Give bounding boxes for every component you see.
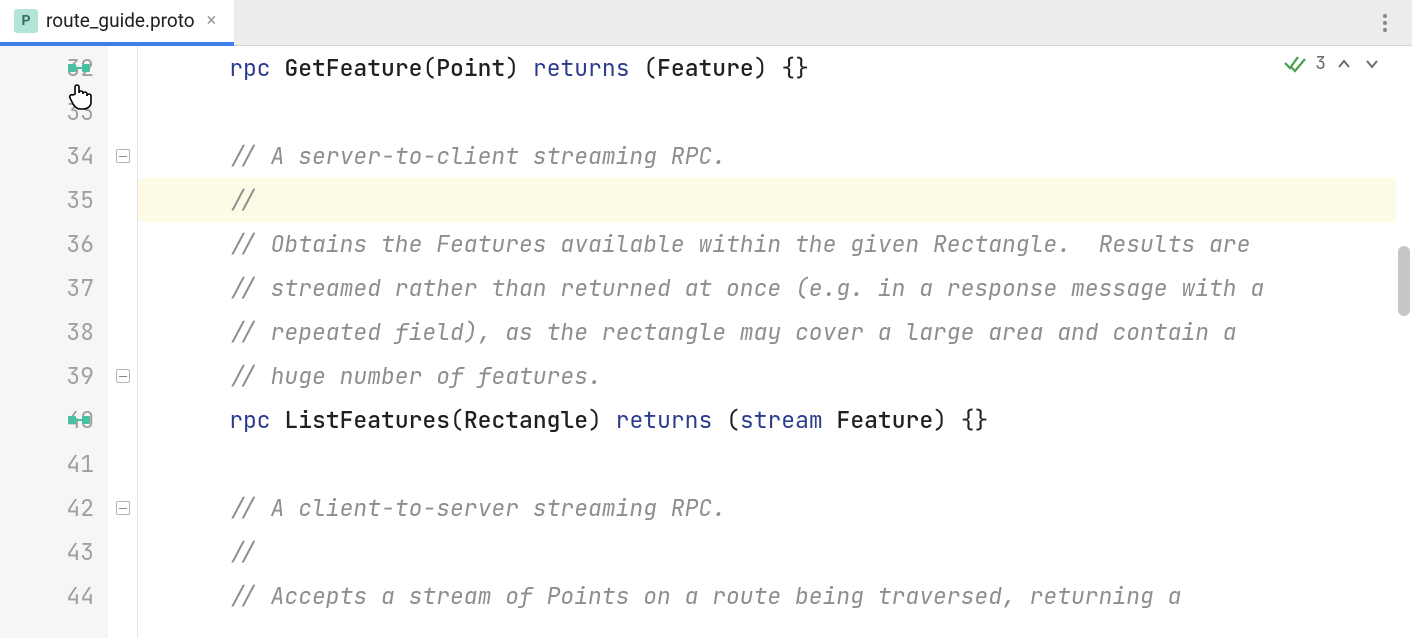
- fold-gutter: [108, 46, 138, 638]
- inspection-checks-icon[interactable]: [1283, 55, 1307, 73]
- fold-cell[interactable]: [108, 134, 137, 178]
- line-number[interactable]: 34: [0, 134, 108, 178]
- editor: 32333435363738394041424344 3 rpc GetFeat…: [0, 46, 1412, 638]
- next-highlight-icon[interactable]: [1362, 54, 1382, 74]
- code-line[interactable]: // A client-to-server streaming RPC.: [138, 486, 1396, 530]
- proto-file-icon: P: [14, 9, 38, 33]
- close-icon[interactable]: ×: [203, 8, 221, 33]
- fold-collapse-icon[interactable]: [116, 501, 130, 515]
- hand-cursor-icon: [68, 82, 94, 119]
- line-number[interactable]: 39: [0, 354, 108, 398]
- line-number[interactable]: 37: [0, 266, 108, 310]
- inspection-widget: 3: [1283, 52, 1382, 75]
- code-line[interactable]: //: [138, 530, 1396, 574]
- code-line[interactable]: // Obtains the Features available within…: [138, 222, 1396, 266]
- code-area[interactable]: 3 rpc GetFeature(Point) returns (Feature…: [138, 46, 1396, 638]
- line-number[interactable]: 40: [0, 398, 108, 442]
- fold-cell: [108, 530, 137, 574]
- code-line[interactable]: [138, 442, 1396, 486]
- rpc-method-icon[interactable]: [68, 412, 90, 428]
- line-number[interactable]: 32: [0, 46, 108, 90]
- fold-cell: [108, 90, 137, 134]
- scrollbar[interactable]: [1396, 46, 1412, 638]
- line-number[interactable]: 43: [0, 530, 108, 574]
- fold-collapse-icon[interactable]: [116, 149, 130, 163]
- line-number[interactable]: 35: [0, 178, 108, 222]
- fold-cell: [108, 310, 137, 354]
- fold-cell: [108, 178, 137, 222]
- fold-cell[interactable]: [108, 486, 137, 530]
- line-number[interactable]: 36: [0, 222, 108, 266]
- code-line[interactable]: //: [138, 178, 1396, 222]
- editor-tab[interactable]: P route_guide.proto ×: [0, 0, 234, 46]
- line-number[interactable]: 41: [0, 442, 108, 486]
- code-line[interactable]: rpc GetFeature(Point) returns (Feature) …: [138, 46, 1396, 90]
- rpc-method-icon[interactable]: [68, 60, 90, 76]
- code-line[interactable]: // huge number of features.: [138, 354, 1396, 398]
- code-line[interactable]: rpc ListFeatures(Rectangle) returns (str…: [138, 398, 1396, 442]
- fold-collapse-icon[interactable]: [116, 369, 130, 383]
- fold-cell: [108, 442, 137, 486]
- fold-cell: [108, 398, 137, 442]
- code-line[interactable]: // Accepts a stream of Points on a route…: [138, 574, 1396, 618]
- prev-highlight-icon[interactable]: [1334, 54, 1354, 74]
- line-number-gutter: 32333435363738394041424344: [0, 46, 108, 638]
- code-line[interactable]: [138, 90, 1396, 134]
- line-number[interactable]: 44: [0, 574, 108, 618]
- inspection-count: 3: [1315, 52, 1326, 75]
- line-number[interactable]: 42: [0, 486, 108, 530]
- tab-bar: P route_guide.proto ×: [0, 0, 1412, 46]
- scrollbar-thumb[interactable]: [1398, 246, 1410, 316]
- fold-cell: [108, 266, 137, 310]
- more-options-icon[interactable]: [1374, 9, 1396, 37]
- tab-filename: route_guide.proto: [46, 9, 195, 32]
- code-line[interactable]: // A server-to-client streaming RPC.: [138, 134, 1396, 178]
- code-line[interactable]: // streamed rather than returned at once…: [138, 266, 1396, 310]
- fold-cell[interactable]: [108, 354, 137, 398]
- line-number[interactable]: 38: [0, 310, 108, 354]
- fold-cell: [108, 222, 137, 266]
- code-line[interactable]: // repeated field), as the rectangle may…: [138, 310, 1396, 354]
- fold-cell: [108, 46, 137, 90]
- fold-cell: [108, 574, 137, 618]
